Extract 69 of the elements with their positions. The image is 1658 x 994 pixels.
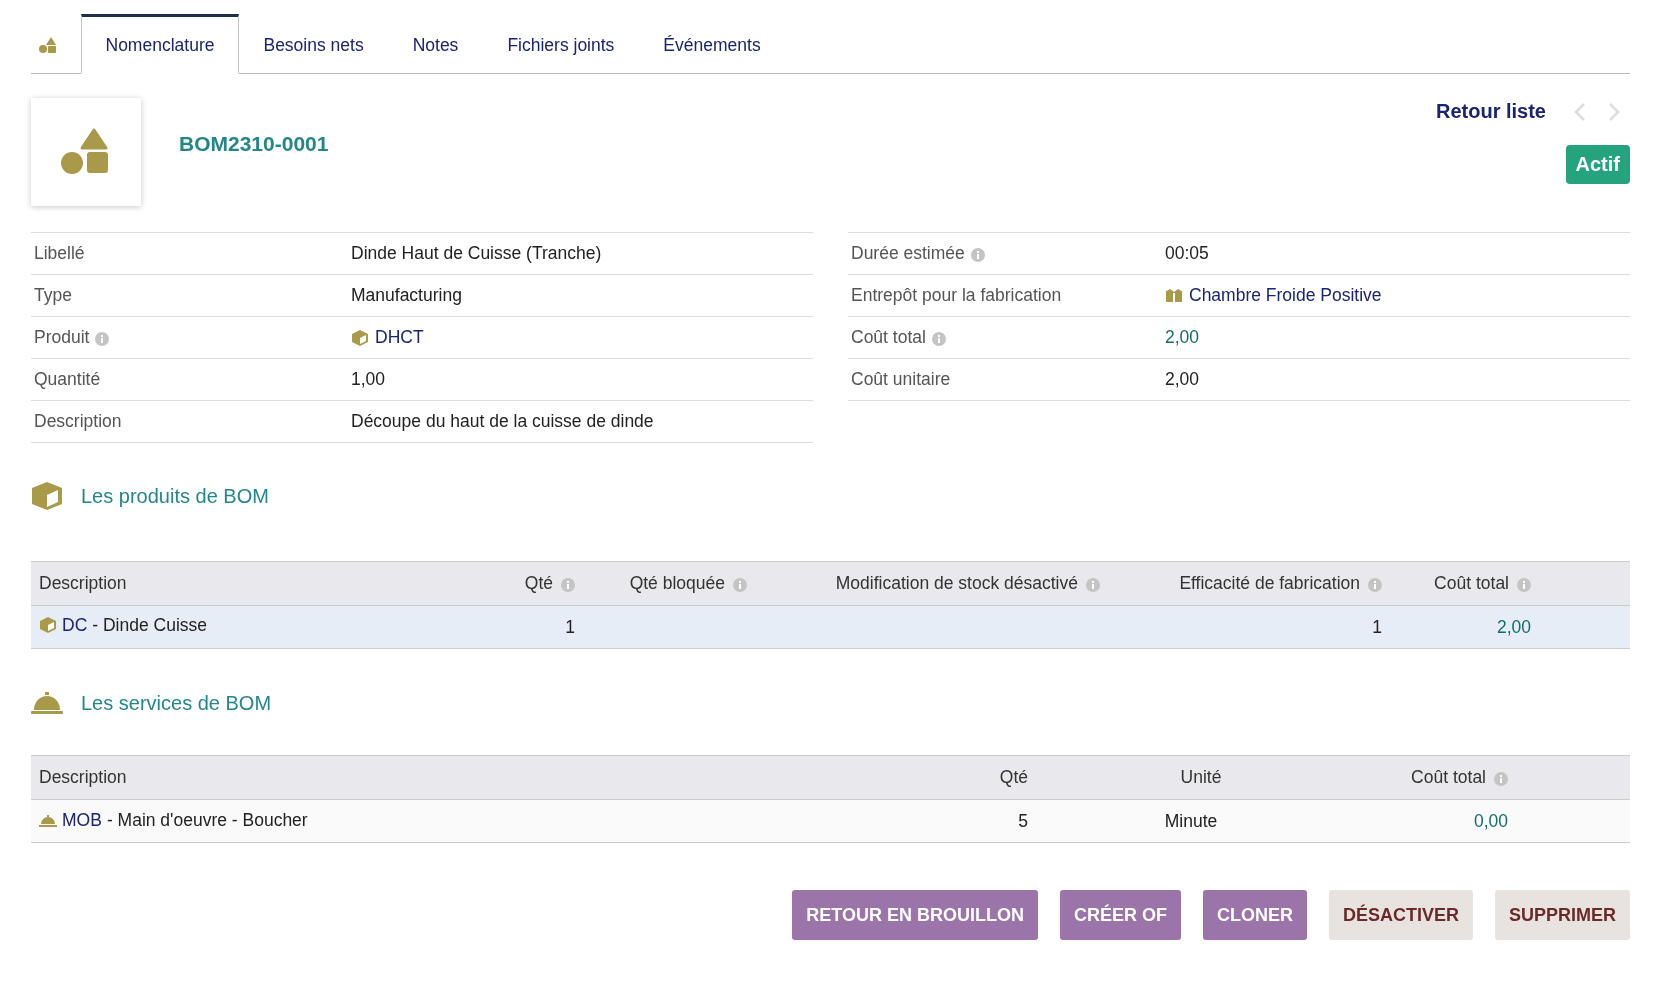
info-icon[interactable] (931, 332, 946, 346)
column-header: Modification de stock désactivé (835, 573, 1078, 594)
amount-link[interactable]: 2,00 (1165, 327, 1200, 348)
info-icon[interactable] (733, 578, 747, 592)
column-header: Description (39, 573, 127, 594)
field-value: Découpe du haut de la cuisse de dinde (351, 411, 654, 432)
column-header: Unité (1180, 767, 1222, 788)
bom-reference: BOM2310-0001 (179, 132, 329, 156)
field-label: Quantité (34, 369, 101, 390)
field-label: Produit (34, 327, 90, 348)
table-cell: 1 (1372, 616, 1382, 637)
table-cell: Minute (1164, 810, 1218, 831)
field-value: Manufacturing (351, 285, 462, 306)
field-label: Type (34, 285, 72, 306)
bell-icon (31, 691, 63, 715)
section-title: Les services de BOM (81, 691, 272, 715)
tab[interactable]: Fichiers joints (482, 14, 639, 74)
status-badge: Actif (1565, 145, 1630, 184)
boxes-icon (1165, 288, 1183, 303)
amount-link[interactable]: 2,00 (1496, 616, 1531, 637)
column-header: Description (39, 767, 127, 788)
amount-link[interactable]: 0,00 (1473, 810, 1508, 831)
back-to-list-link[interactable]: Retour liste (1435, 100, 1546, 123)
field-label: Description (34, 411, 122, 432)
shapes-icon (38, 36, 58, 54)
tab[interactable]: Besoins nets (238, 14, 389, 74)
field-label: Coût total (851, 327, 926, 348)
action-button[interactable]: RETOUR EN BROUILLON (792, 890, 1038, 940)
product-link[interactable]: DC (62, 614, 88, 636)
column-header: Coût total (1411, 767, 1486, 788)
info-icon[interactable] (95, 332, 110, 346)
field-value: 1,00 (351, 369, 386, 390)
field-value: 00:05 (1165, 243, 1209, 264)
action-button[interactable]: SUPPRIMER (1495, 890, 1630, 940)
info-icon[interactable] (970, 248, 985, 262)
tab[interactable]: Événements (638, 14, 786, 74)
tab[interactable]: Notes (388, 14, 483, 74)
action-button[interactable]: CLONER (1202, 890, 1307, 940)
tab[interactable]: Nomenclature (81, 14, 239, 74)
warehouse-link[interactable]: Chambre Froide Positive (1189, 285, 1382, 306)
service-link[interactable]: MOB (62, 810, 102, 832)
field-label: Durée estimée (851, 243, 965, 264)
column-header: Qté (999, 767, 1028, 788)
info-icon[interactable] (1494, 772, 1508, 786)
field-label: Entrepôt pour la fabrication (851, 285, 1062, 306)
column-header: Qté (524, 573, 553, 594)
bell-icon (39, 814, 57, 827)
product-link[interactable]: DHCT (375, 327, 424, 348)
info-icon[interactable] (1086, 578, 1100, 592)
column-header: Coût total (1434, 573, 1509, 594)
field-value: Dinde Haut de Cuisse (Tranche) (351, 243, 602, 264)
field-label: Libellé (34, 243, 85, 264)
column-header: Qté bloquée (629, 573, 725, 594)
info-icon[interactable] (561, 578, 575, 592)
section-title: Les produits de BOM (81, 484, 269, 508)
field-label: Coût unitaire (851, 369, 951, 390)
box-icon (39, 616, 57, 635)
table-cell: 1 (565, 616, 575, 637)
service-name: - Main d'oeuvre - Boucher (106, 810, 308, 832)
product-name: - Dinde Cuisse (92, 614, 208, 636)
box-icon (351, 328, 369, 347)
column-header: Efficacité de fabrication (1179, 573, 1360, 594)
info-icon[interactable] (1517, 578, 1531, 592)
action-button[interactable]: CRÉER OF (1059, 890, 1181, 940)
box-icon (31, 481, 63, 511)
table-cell: 5 (1018, 810, 1028, 831)
info-icon[interactable] (1368, 578, 1382, 592)
field-value: 2,00 (1165, 369, 1200, 390)
action-button[interactable]: DÉSACTIVER (1328, 890, 1473, 940)
